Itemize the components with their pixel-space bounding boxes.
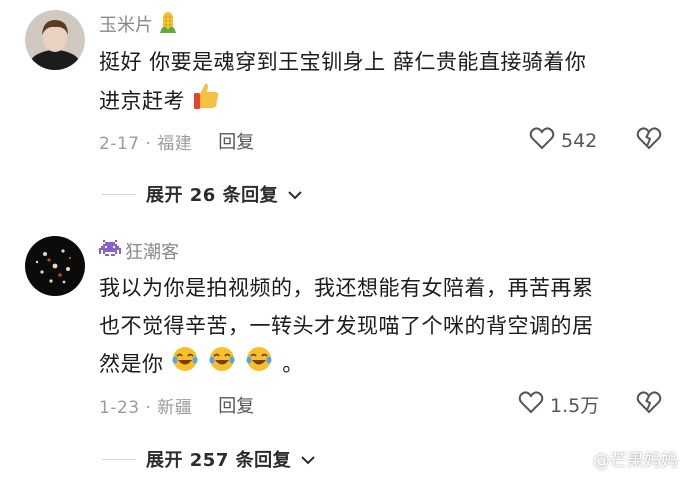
- corn-icon: [157, 10, 179, 38]
- comment-text: 挺好 你要是魂穿到王宝钏身上 薛仁贵能直接骑着你 进京赶考: [99, 43, 664, 123]
- comment-text: 我以为你是拍视频的，我还想能有女陪着，再苦再累 也不觉得辛苦，一转头才发现喵了个…: [99, 269, 664, 385]
- comment-text-segment: 然是你: [99, 352, 164, 376]
- expand-replies-label[interactable]: 展开 26 条回复: [146, 181, 278, 207]
- dislike-broken-heart-icon[interactable]: [636, 390, 662, 418]
- watermark: @芒果妈妈: [569, 446, 678, 471]
- username[interactable]: 狂潮客: [125, 238, 179, 264]
- comment-text-segment: 进京赶考: [99, 89, 185, 113]
- weibo-logo-icon: [569, 447, 589, 470]
- avatar[interactable]: [25, 236, 85, 296]
- comment-meta: 2-17 · 福建 回复: [99, 128, 254, 154]
- expand-replies[interactable]: 展开 26 条回复: [102, 181, 302, 207]
- username-row: 玉米片: [99, 10, 179, 38]
- expand-replies[interactable]: 展开 257 条回复: [102, 446, 315, 472]
- comment-item: 狂潮客 我以为你是拍视频的，我还想能有女陪着，再苦再累 也不觉得辛苦，一转头才发…: [0, 228, 690, 477]
- expand-replies-label[interactable]: 展开 257 条回复: [146, 446, 291, 472]
- comment-text-line: 进京赶考: [99, 81, 664, 123]
- comment-text-line: 我以为你是拍视频的，我还想能有女陪着，再苦再累: [99, 276, 594, 300]
- heart-icon: [518, 390, 544, 419]
- space-invader-icon: [99, 240, 121, 262]
- divider: [102, 193, 136, 195]
- like-button[interactable]: 1.5万: [518, 390, 599, 419]
- reply-button[interactable]: 回复: [218, 128, 254, 154]
- reply-button[interactable]: 回复: [218, 392, 254, 418]
- comment-item: 玉米片 挺好 你要是魂穿到王宝钏身上 薛仁贵能直接骑着你 进京赶考 2-17 ·…: [0, 0, 690, 228]
- date-location: 2-17 · 福建: [99, 133, 193, 154]
- avatar[interactable]: [25, 10, 85, 70]
- date-location: 1-23 · 新疆: [99, 397, 193, 418]
- like-button[interactable]: 542: [529, 126, 597, 155]
- dislike-broken-heart-icon[interactable]: [636, 126, 662, 154]
- comment-text-line: 也不觉得辛苦，一转头才发现喵了个咪的背空调的居: [99, 314, 594, 338]
- like-count: 1.5万: [550, 395, 600, 417]
- laughing-tears-icon: [245, 345, 273, 385]
- heart-icon: [529, 126, 555, 155]
- watermark-text: @芒果妈妈: [593, 451, 678, 471]
- comment-text-line: 然是你 。: [99, 345, 664, 385]
- laughing-tears-icon: [171, 345, 199, 385]
- chevron-down-icon: [288, 185, 302, 204]
- thumbs-up-icon: [192, 81, 222, 123]
- comment-meta: 1-23 · 新疆 回复: [99, 392, 254, 418]
- comment-text-segment: 。: [282, 352, 304, 376]
- username-row: 狂潮客: [99, 238, 179, 264]
- divider: [102, 458, 136, 460]
- chevron-down-icon: [301, 450, 315, 469]
- like-count: 542: [561, 129, 598, 152]
- laughing-tears-icon: [208, 345, 236, 385]
- username[interactable]: 玉米片: [99, 11, 153, 37]
- comment-text-line: 挺好 你要是魂穿到王宝钏身上 薛仁贵能直接骑着你: [99, 50, 587, 74]
